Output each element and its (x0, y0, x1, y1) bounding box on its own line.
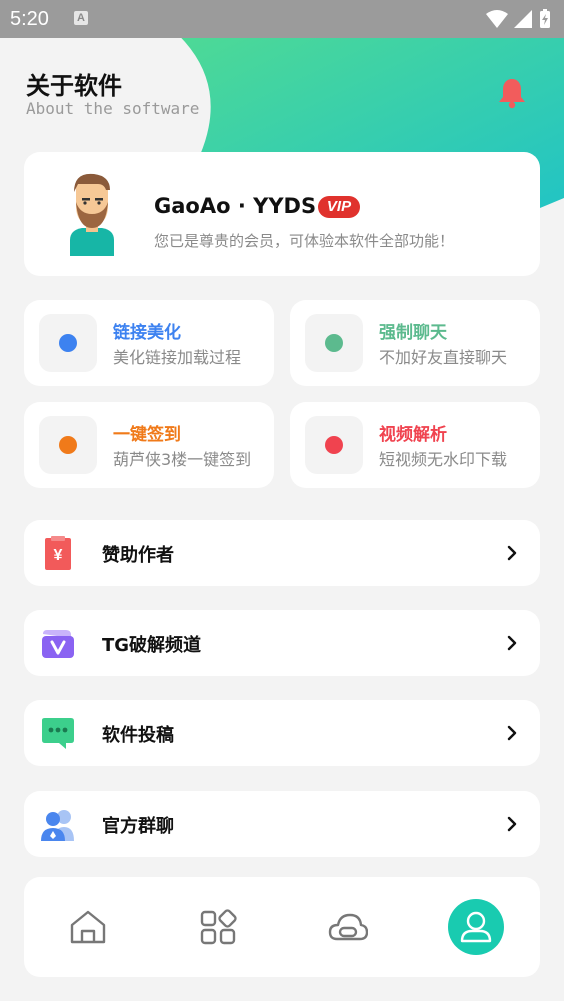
blue-dot-icon (59, 334, 77, 352)
feature-card-one-click-signin[interactable]: 一键签到 葫芦侠3楼一键签到 (24, 402, 274, 488)
orange-dot-icon (59, 436, 77, 454)
profile-card[interactable]: GaoAo · YYDS VIP 您已是尊贵的会员，可体验本软件全部功能！ (24, 152, 540, 276)
home-icon (70, 910, 106, 944)
chevron-right-icon (507, 816, 517, 832)
red-envelope-yen-icon: ¥ (45, 536, 71, 570)
menu-item-tg-channel[interactable]: TG破解频道 (24, 610, 540, 676)
page-subtitle: About the software (26, 99, 200, 118)
battery-icon (540, 9, 550, 28)
menu-label: TG破解频道 (102, 635, 202, 656)
feature-card-video-parse[interactable]: 视频解析 短视频无水印下载 (290, 402, 540, 488)
feature-card-force-chat[interactable]: 强制聊天 不加好友直接聊天 (290, 300, 540, 386)
feature-title: 视频解析 (379, 425, 447, 445)
menu-label: 赞助作者 (102, 545, 174, 566)
feature-icon-box (305, 416, 363, 474)
menu-item-submit-software[interactable]: 软件投稿 (24, 700, 540, 766)
status-icons (484, 8, 554, 34)
member-description: 您已是尊贵的会员，可体验本软件全部功能！ (154, 232, 455, 250)
tab-cloud[interactable] (320, 899, 376, 955)
purple-folder-icon (42, 630, 74, 658)
signal-icon (514, 10, 532, 28)
menu-label: 官方群聊 (102, 816, 174, 837)
menu-item-sponsor[interactable]: ¥ 赞助作者 (24, 520, 540, 586)
feature-desc: 美化链接加载过程 (113, 348, 242, 367)
feature-desc: 不加好友直接聊天 (379, 348, 508, 367)
avatar (70, 173, 114, 256)
feature-title: 链接美化 (113, 323, 181, 343)
feature-title: 一键签到 (113, 425, 181, 445)
username: GaoAo · YYDS (154, 194, 317, 218)
feature-desc: 短视频无水印下载 (379, 450, 508, 469)
tab-apps[interactable] (190, 899, 246, 955)
wifi-icon (486, 10, 508, 28)
feature-icon-box (39, 416, 97, 474)
cloud-icon (328, 913, 368, 941)
menu-item-official-group[interactable]: 官方群聊 (24, 791, 540, 857)
notification-indicator: A (74, 11, 88, 25)
svg-text:¥: ¥ (54, 547, 63, 564)
red-dot-icon (325, 436, 343, 454)
green-dot-icon (325, 334, 343, 352)
blue-group-icon (41, 810, 74, 841)
chevron-right-icon (507, 635, 517, 651)
chevron-right-icon (507, 725, 517, 741)
tab-home[interactable] (60, 899, 116, 955)
bottom-tab-bar (24, 877, 540, 977)
green-chat-bubble-icon (42, 718, 74, 749)
tab-profile[interactable] (448, 899, 504, 955)
feature-icon-box (305, 314, 363, 372)
bell-icon[interactable] (497, 77, 527, 109)
chevron-right-icon (507, 545, 517, 561)
status-time: 5:20 (10, 8, 49, 30)
apps-grid-icon (200, 909, 237, 945)
feature-card-link-beautify[interactable]: 链接美化 美化链接加载过程 (24, 300, 274, 386)
page-title: 关于软件 (26, 72, 122, 100)
feature-desc: 葫芦侠3楼一键签到 (113, 450, 252, 469)
user-icon (460, 911, 492, 943)
vip-badge: VIP (318, 196, 360, 218)
feature-title: 强制聊天 (379, 323, 447, 343)
feature-icon-box (39, 314, 97, 372)
menu-label: 软件投稿 (102, 725, 174, 746)
status-bar: 5:20 A (0, 0, 564, 38)
